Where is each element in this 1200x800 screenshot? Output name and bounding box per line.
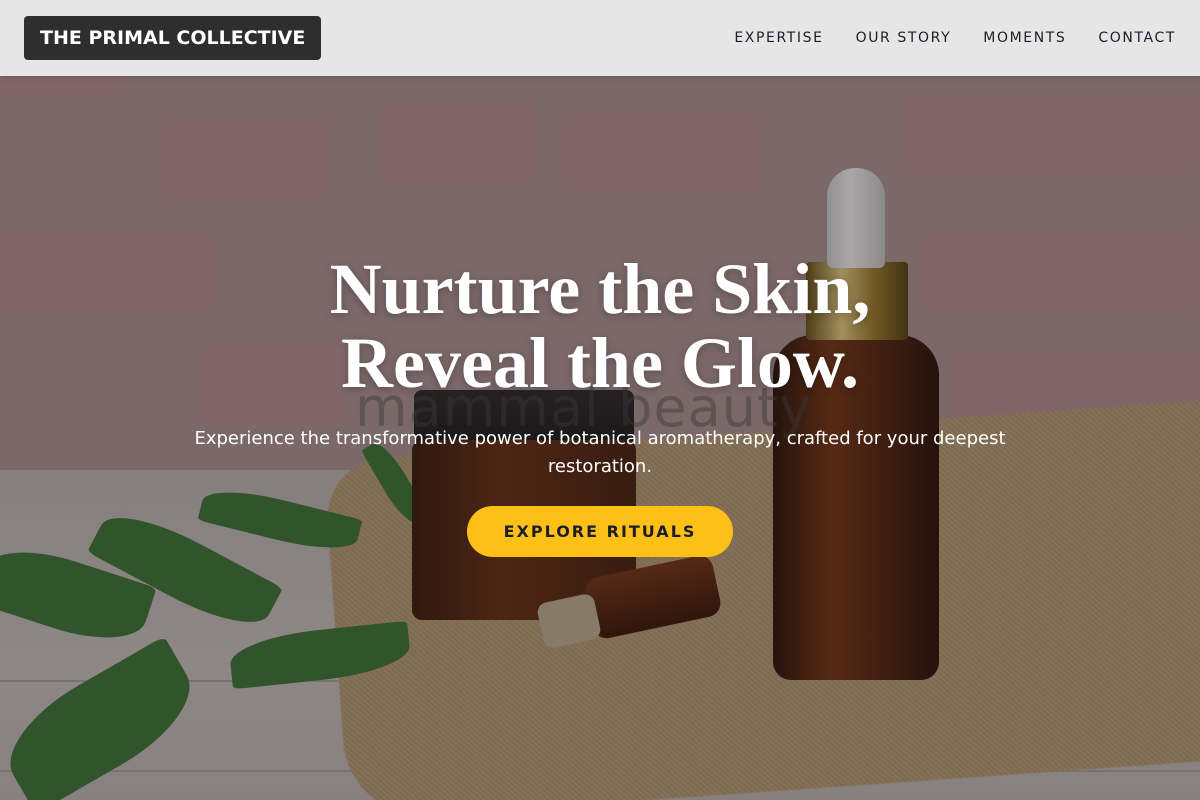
nav-link-expertise[interactable]: EXPERTISE	[734, 30, 823, 46]
hero-title-line-2: Reveal the Glow.	[341, 323, 859, 403]
hero-subtitle: Experience the transformative power of b…	[194, 428, 1006, 477]
main-nav: EXPERTISE OUR STORY MOMENTS CONTACT	[734, 0, 1176, 76]
hero-title: Nurture the Skin, Reveal the Glow.	[0, 252, 1200, 400]
explore-rituals-button[interactable]: EXPLORE RITUALS	[467, 506, 733, 557]
nav-link-our-story[interactable]: OUR STORY	[856, 30, 952, 46]
hero-title-line-1: Nurture the Skin,	[329, 249, 871, 329]
nav-link-contact[interactable]: CONTACT	[1098, 30, 1176, 46]
nav-link-moments[interactable]: MOMENTS	[983, 30, 1066, 46]
brand-logo[interactable]: THE PRIMAL COLLECTIVE	[24, 16, 322, 60]
top-navigation-bar: THE PRIMAL COLLECTIVE EXPERTISE OUR STOR…	[0, 0, 1200, 76]
